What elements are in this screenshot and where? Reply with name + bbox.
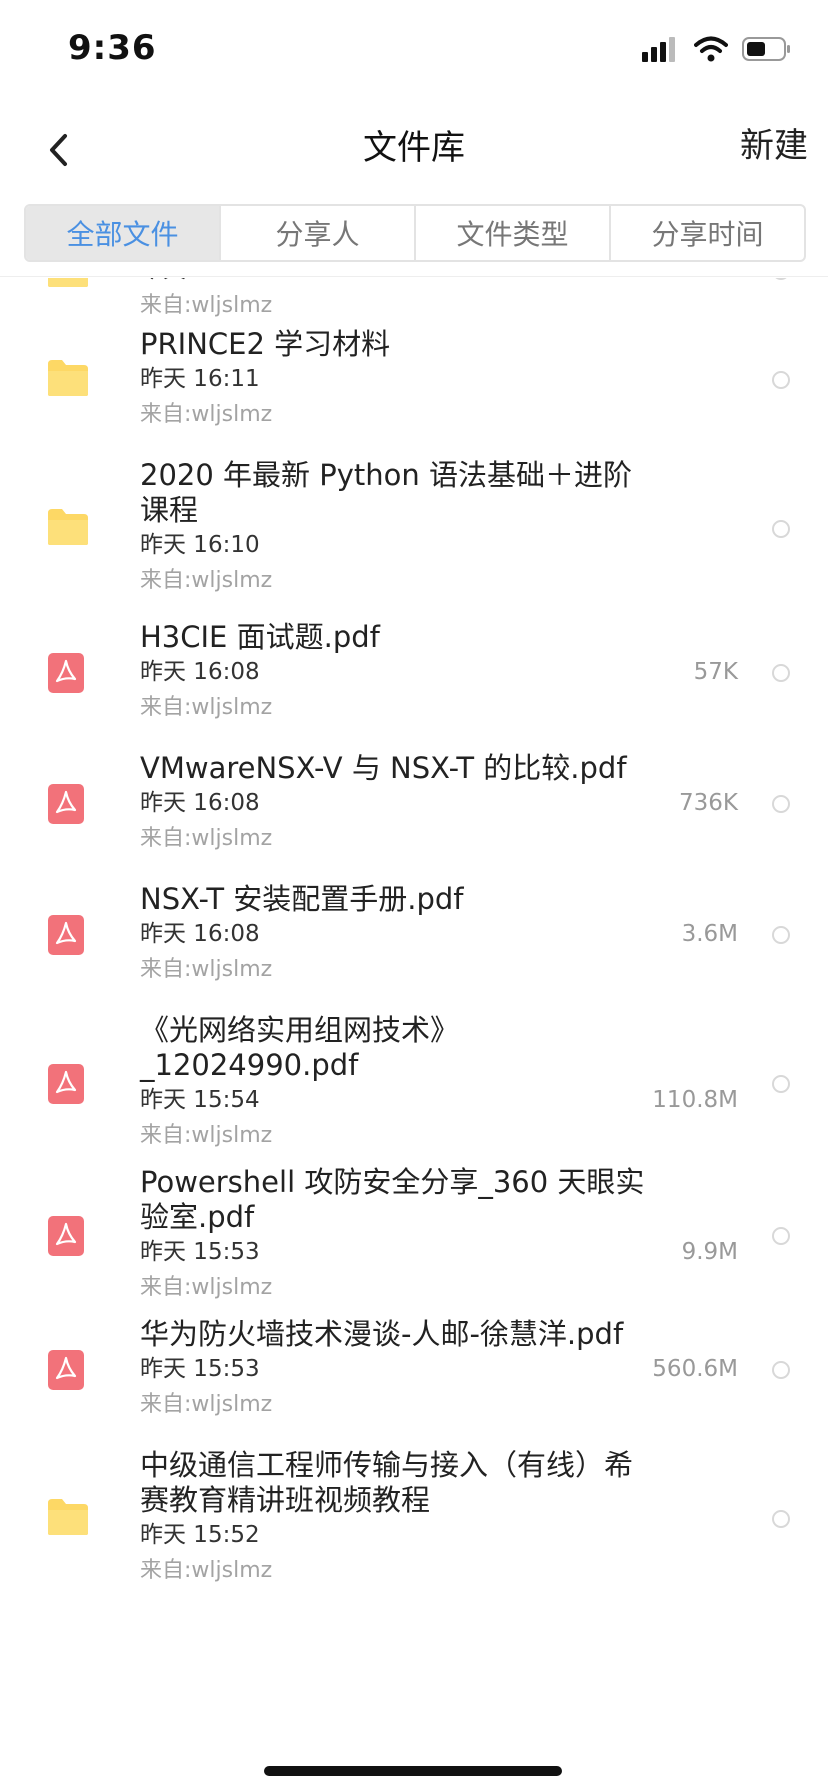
file-size: 110.8M [652,1087,738,1113]
file-list-item[interactable]: 中级通信工程师传输与接入（有线）希赛教育精讲班视频教程昨天 15:52 来自:wl… [0,1448,828,1589]
file-size: 57K [693,659,738,685]
file-shared-from: 来自:wljslmz [140,957,273,982]
file-list-item[interactable]: Powershell 攻防安全分享_360 天眼实验室.pdf 昨天 15:53 来… [0,1165,828,1306]
file-list-item[interactable]: 华为防火墙技术漫谈-人邮-徐慧洋.pdf 昨天 15:53 来自:wljslmz 56… [0,1317,828,1423]
file-date: 昨天 16:08 [140,921,260,947]
file-date: 昨天 15:52 [140,1522,260,1548]
file-name: 《光网络实用组网技术》_12024990.pdf [140,1013,460,1082]
folder-icon [46,278,90,293]
file-list-item[interactable]: 今天 14:03 来自:wljslmz [0,278,828,324]
file-date: 昨天 16:10 [140,532,260,558]
file-shared-from: 来自:wljslmz [140,402,273,427]
folder-icon [46,358,90,402]
file-name: VMwareNSX-V 与 NSX-T 的比较.pdf [140,751,627,785]
select-radio[interactable] [772,278,790,280]
file-list-item[interactable]: NSX-T 安装配置手册.pdf 昨天 16:08 来自:wljslmz 3.6M [0,882,828,988]
file-name: NSX-T 安装配置手册.pdf [140,882,464,916]
file-name: 中级通信工程师传输与接入（有线）希赛教育精讲班视频教程 [140,1448,634,1517]
select-radio[interactable] [772,926,790,944]
file-list-item[interactable]: 《光网络实用组网技术》_12024990.pdf 昨天 15:54 来自:wljsl… [0,1013,828,1154]
file-date: 昨天 16:11 [140,366,260,392]
file-size: 9.9M [681,1239,738,1265]
file-item-body: 华为防火墙技术漫谈-人邮-徐慧洋.pdf 昨天 15:53 来自:wljslmz [140,1317,660,1423]
file-shared-from: 来自:wljslmz [140,568,273,593]
signal-icon [642,36,680,66]
tab-share-time[interactable]: 分享时间 [611,206,804,260]
file-list-item[interactable]: 2020 年最新 Python 语法基础＋进阶课程昨天 16:10 来自:wljs… [0,458,828,599]
file-date: 昨天 16:08 [140,659,260,685]
file-item-body: 今天 14:03 来自:wljslmz [140,278,660,324]
file-item-body: PRINCE2 学习材料昨天 16:11 来自:wljslmz [140,327,660,433]
pdf-icon [46,1348,90,1392]
file-date: 昨天 15:54 [140,1087,260,1113]
file-date: 昨天 15:53 [140,1239,260,1265]
file-name: Powershell 攻防安全分享_360 天眼实验室.pdf [140,1165,645,1234]
file-date: 昨天 16:08 [140,790,260,816]
file-item-body: H3CIE 面试题.pdf 昨天 16:08 来自:wljslmz [140,620,660,726]
file-name: 2020 年最新 Python 语法基础＋进阶课程 [140,458,632,527]
nav-bar: 文件库 新建 [0,100,828,200]
file-item-body: 《光网络实用组网技术》_12024990.pdf 昨天 15:54 来自:wljsl… [140,1013,660,1154]
file-size: 560.6M [652,1356,738,1382]
file-date: 昨天 15:53 [140,1356,260,1382]
page-title: 文件库 [363,128,465,168]
battery-icon [742,36,792,66]
pdf-icon [46,913,90,957]
file-item-body: Powershell 攻防安全分享_360 天眼实验室.pdf 昨天 15:53 来… [140,1165,660,1306]
file-item-body: VMwareNSX-V 与 NSX-T 的比较.pdf 昨天 16:08 来自:wl… [140,751,660,857]
filter-tabs: 全部文件 分享人 文件类型 分享时间 [24,204,806,262]
select-radio[interactable] [772,1226,790,1245]
pdf-icon [46,1062,90,1106]
file-name: PRINCE2 学习材料 [140,327,391,361]
select-radio[interactable] [772,1509,790,1528]
file-name: H3CIE 面试题.pdf [140,620,380,654]
file-shared-from: 来自:wljslmz [140,1558,273,1583]
file-size: 736K [679,790,738,816]
select-radio[interactable] [772,795,790,813]
pdf-icon [46,1214,90,1258]
file-shared-from: 来自:wljslmz [140,695,273,720]
pdf-icon [46,651,90,695]
status-time: 9:36 [68,28,157,68]
folder-icon [46,507,90,551]
file-list-item[interactable]: PRINCE2 学习材料昨天 16:11 来自:wljslmz [0,327,828,433]
select-radio[interactable] [772,1074,790,1093]
file-list-item[interactable]: H3CIE 面试题.pdf 昨天 16:08 来自:wljslmz 57K [0,620,828,726]
file-shared-from: 来自:wljslmz [140,293,273,318]
select-radio[interactable] [772,1361,790,1379]
file-size: 3.6M [681,921,738,947]
status-bar: 9:36 [0,0,828,100]
new-button[interactable]: 新建 [740,118,808,167]
file-item-body: 2020 年最新 Python 语法基础＋进阶课程昨天 16:10 来自:wljs… [140,458,660,599]
folder-icon [46,1497,90,1541]
file-name: 华为防火墙技术漫谈-人邮-徐慧洋.pdf [140,1317,624,1351]
status-icons [642,34,792,68]
file-list[interactable]: 今天 14:03 来自:wljslmz PRINCE2 学习材料昨天 16:11 来自… [0,278,828,1792]
select-radio[interactable] [772,371,790,389]
file-date: 今天 14:03 [140,278,660,288]
select-radio[interactable] [772,519,790,538]
tab-all-files[interactable]: 全部文件 [26,206,221,260]
tabs-divider [0,276,828,277]
file-item-body: NSX-T 安装配置手册.pdf 昨天 16:08 来自:wljslmz [140,882,660,988]
file-shared-from: 来自:wljslmz [140,1392,273,1417]
home-indicator [264,1766,562,1776]
file-shared-from: 来自:wljslmz [140,826,273,851]
select-radio[interactable] [772,664,790,682]
wifi-icon [694,36,728,66]
file-list-item[interactable]: VMwareNSX-V 与 NSX-T 的比较.pdf 昨天 16:08 来自:wl… [0,751,828,857]
file-item-body: 中级通信工程师传输与接入（有线）希赛教育精讲班视频教程昨天 15:52 来自:wl… [140,1448,660,1589]
file-shared-from: 来自:wljslmz [140,1123,273,1148]
tab-sharer[interactable]: 分享人 [221,206,416,260]
tab-file-type[interactable]: 文件类型 [416,206,611,260]
pdf-icon [46,782,90,826]
file-shared-from: 来自:wljslmz [140,1275,273,1300]
